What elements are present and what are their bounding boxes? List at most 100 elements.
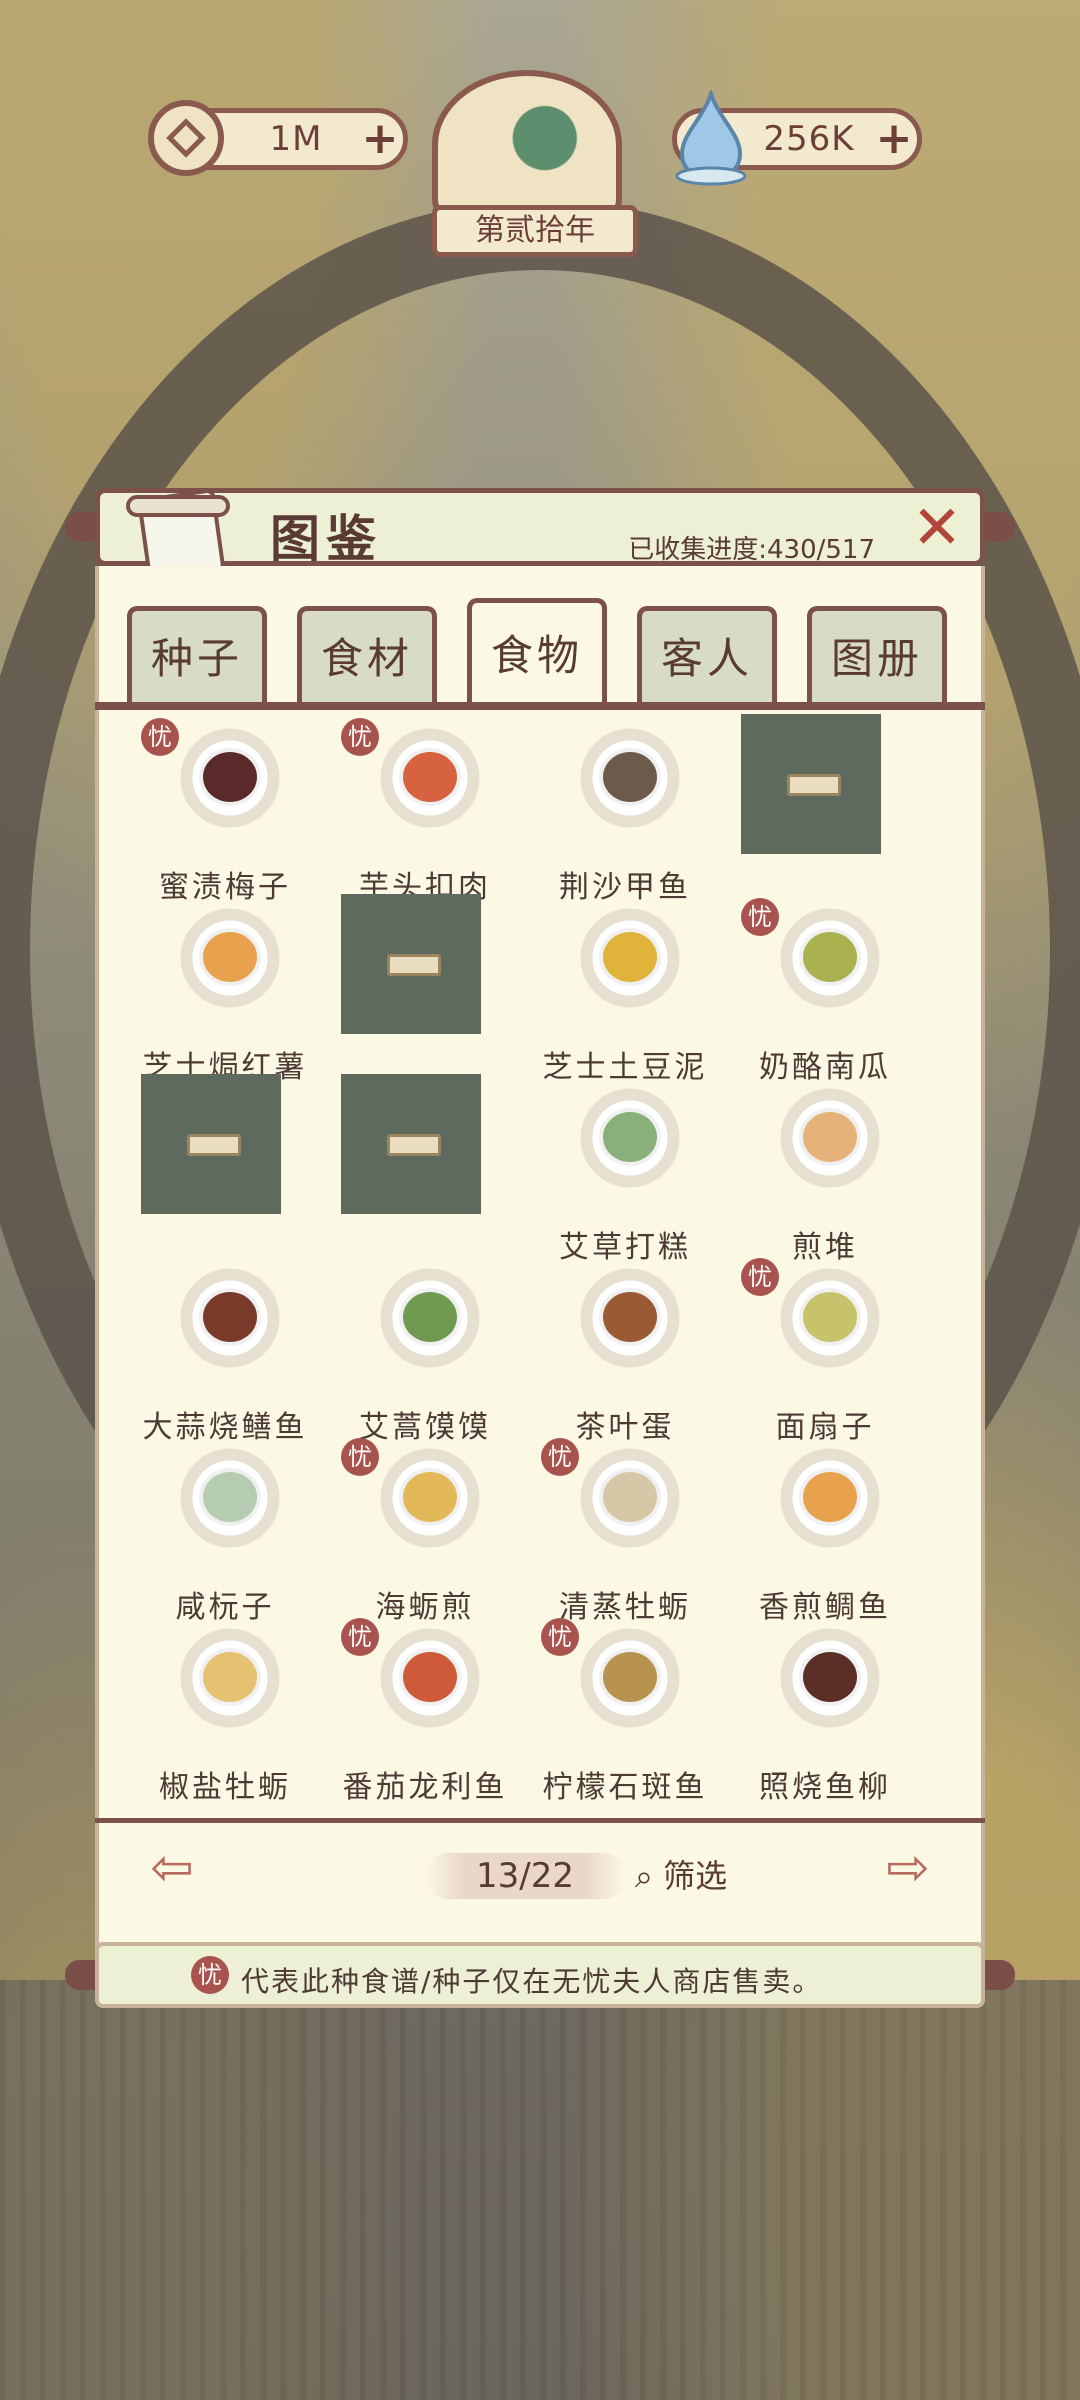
coin-value: 1M xyxy=(269,119,323,159)
tab-album[interactable]: 图册 xyxy=(807,606,947,706)
food-name: 蜜渍梅子 xyxy=(159,870,291,905)
food-name: 大蒜烧鳝鱼 xyxy=(142,1410,308,1445)
food-item[interactable]: 芝士土豆泥 xyxy=(525,908,725,1088)
panel-title: 图鉴 xyxy=(270,510,382,568)
dish-icon xyxy=(775,908,885,1008)
food-item[interactable]: 蜜渍梅子 忧 xyxy=(125,718,325,908)
tab-food[interactable]: 食物 xyxy=(467,598,607,710)
pagination-bar: ⇦ 13/22 ⌕ 筛选 ⇨ xyxy=(95,1818,985,1899)
panel-header: 图鉴 已收集进度:430/517 ✕ xyxy=(95,488,985,579)
food-item[interactable]: 大蒜烧鳝鱼 xyxy=(125,1268,325,1448)
tab-divider xyxy=(95,702,985,710)
floor-decoration xyxy=(0,1980,1080,2400)
store-exclusive-badge-icon: 忧 xyxy=(541,1618,579,1656)
food-name: 咸杬子 xyxy=(175,1590,275,1625)
food-item[interactable]: 艾蒿馍馍 xyxy=(325,1268,525,1448)
food-name: 奶酪南瓜 xyxy=(759,1050,891,1085)
dish-icon xyxy=(575,1448,685,1548)
close-button[interactable]: ✕ xyxy=(908,498,966,559)
food-item[interactable]: 海蛎煎 忧 xyxy=(325,1438,525,1628)
store-exclusive-badge-icon: 忧 xyxy=(741,898,779,936)
food-item[interactable]: 番茄龙利鱼忧 xyxy=(325,1618,525,1808)
locked-food-slot[interactable] xyxy=(125,1074,325,1268)
dish-icon xyxy=(575,1628,685,1728)
notice-text: 代表此种食谱/种子仅在无忧夫人商店售卖。 xyxy=(241,1965,823,1998)
food-name: 椒盐牡蛎 xyxy=(159,1770,291,1805)
food-item[interactable]: 芋头扣肉忧 xyxy=(325,718,525,908)
food-item[interactable]: 柠檬石斑鱼忧 xyxy=(525,1618,725,1808)
tab-ingredients[interactable]: 食材 xyxy=(297,606,437,706)
food-name: 煎堆 xyxy=(792,1230,858,1265)
add-water-button[interactable]: + xyxy=(871,117,917,161)
dish-icon xyxy=(375,728,485,828)
tab-seeds[interactable]: 种子 xyxy=(127,606,267,706)
store-exclusive-badge-icon: 忧 xyxy=(541,1438,579,1476)
food-name: 面扇子 xyxy=(775,1410,875,1445)
store-notice: 忧 代表此种食谱/种子仅在无忧夫人商店售卖。 xyxy=(95,1942,985,2008)
water-value: 256K xyxy=(763,119,855,159)
store-exclusive-badge-icon: 忧 xyxy=(341,1618,379,1656)
lock-icon xyxy=(741,714,881,854)
collection-progress: 已收集进度:430/517 xyxy=(628,535,875,565)
next-page-button[interactable]: ⇨ xyxy=(861,1842,955,1894)
food-item[interactable]: 茶叶蛋 xyxy=(525,1268,725,1448)
lock-icon xyxy=(341,894,481,1034)
food-item[interactable]: 煎堆 xyxy=(725,1088,925,1268)
food-item[interactable]: 面扇子 忧 xyxy=(725,1258,925,1448)
store-exclusive-badge-icon: 忧 xyxy=(141,718,179,756)
collection-panel: 图鉴 已收集进度:430/517 ✕ 种子 食材 食物 客人 图册 蜜渍梅子忧芋… xyxy=(65,488,1015,2008)
category-tabs: 种子 食材 食物 客人 图册 xyxy=(127,598,967,714)
food-item[interactable]: 香煎鲷鱼 xyxy=(725,1448,925,1628)
food-name: 茶叶蛋 xyxy=(575,1410,675,1445)
food-name: 艾蒿馍馍 xyxy=(359,1410,491,1445)
dish-icon xyxy=(175,1268,285,1368)
dish-icon xyxy=(175,908,285,1008)
magnifier-icon: ⌕ xyxy=(635,1857,653,1895)
locked-food-slot[interactable] xyxy=(725,714,925,908)
add-coins-button[interactable]: + xyxy=(357,117,403,161)
dish-icon xyxy=(175,1628,285,1728)
food-item[interactable]: 荆沙甲鱼 xyxy=(525,728,725,908)
store-exclusive-badge-icon: 忧 xyxy=(741,1258,779,1296)
lock-icon xyxy=(141,1074,281,1214)
food-name: 清蒸牡蛎 xyxy=(559,1590,691,1625)
food-name: 柠檬石斑鱼 xyxy=(542,1770,708,1805)
food-item[interactable]: 咸杬子 xyxy=(125,1448,325,1628)
food-name: 艾草打糕 xyxy=(559,1230,691,1265)
pavilion-emblem xyxy=(432,70,622,220)
dish-icon xyxy=(575,728,685,828)
water-drop-icon xyxy=(675,90,747,186)
dish-icon xyxy=(375,1268,485,1368)
filter-label: 筛选 xyxy=(663,1857,728,1895)
food-name: 照烧鱼柳 xyxy=(759,1770,891,1805)
page-indicator: 13/22 xyxy=(425,1853,625,1899)
dish-icon xyxy=(175,728,285,828)
coin-icon xyxy=(148,100,224,176)
locked-food-slot[interactable] xyxy=(325,1074,525,1268)
food-name: 荆沙甲鱼 xyxy=(559,870,691,905)
store-exclusive-badge-icon: 忧 xyxy=(191,1956,229,1994)
filter-button[interactable]: ⌕ 筛选 xyxy=(635,1851,727,1897)
prev-page-button[interactable]: ⇦ xyxy=(125,1842,219,1894)
dish-icon xyxy=(775,1628,885,1728)
dish-icon xyxy=(575,908,685,1008)
food-item[interactable]: 照烧鱼柳 xyxy=(725,1628,925,1808)
food-name: 芝士土豆泥 xyxy=(542,1050,708,1085)
food-item[interactable]: 清蒸牡蛎 忧 xyxy=(525,1438,725,1628)
food-item[interactable]: 芝士焗红薯 xyxy=(125,908,325,1088)
year-label: 第贰拾年 xyxy=(432,205,638,257)
food-item[interactable]: 艾草打糕 xyxy=(525,1088,725,1268)
dish-icon xyxy=(175,1448,285,1548)
dish-icon xyxy=(575,1268,685,1368)
dish-icon xyxy=(575,1088,685,1188)
food-item[interactable]: 奶酪南瓜 忧 xyxy=(725,898,925,1088)
tab-guests[interactable]: 客人 xyxy=(637,606,777,706)
dish-icon xyxy=(775,1088,885,1188)
lock-icon xyxy=(341,1074,481,1214)
store-exclusive-badge-icon: 忧 xyxy=(341,1438,379,1476)
food-name: 香煎鲷鱼 xyxy=(759,1590,891,1625)
food-item[interactable]: 椒盐牡蛎 xyxy=(125,1628,325,1808)
dish-icon xyxy=(375,1448,485,1548)
locked-food-slot[interactable] xyxy=(325,894,525,1088)
dish-icon xyxy=(775,1448,885,1548)
